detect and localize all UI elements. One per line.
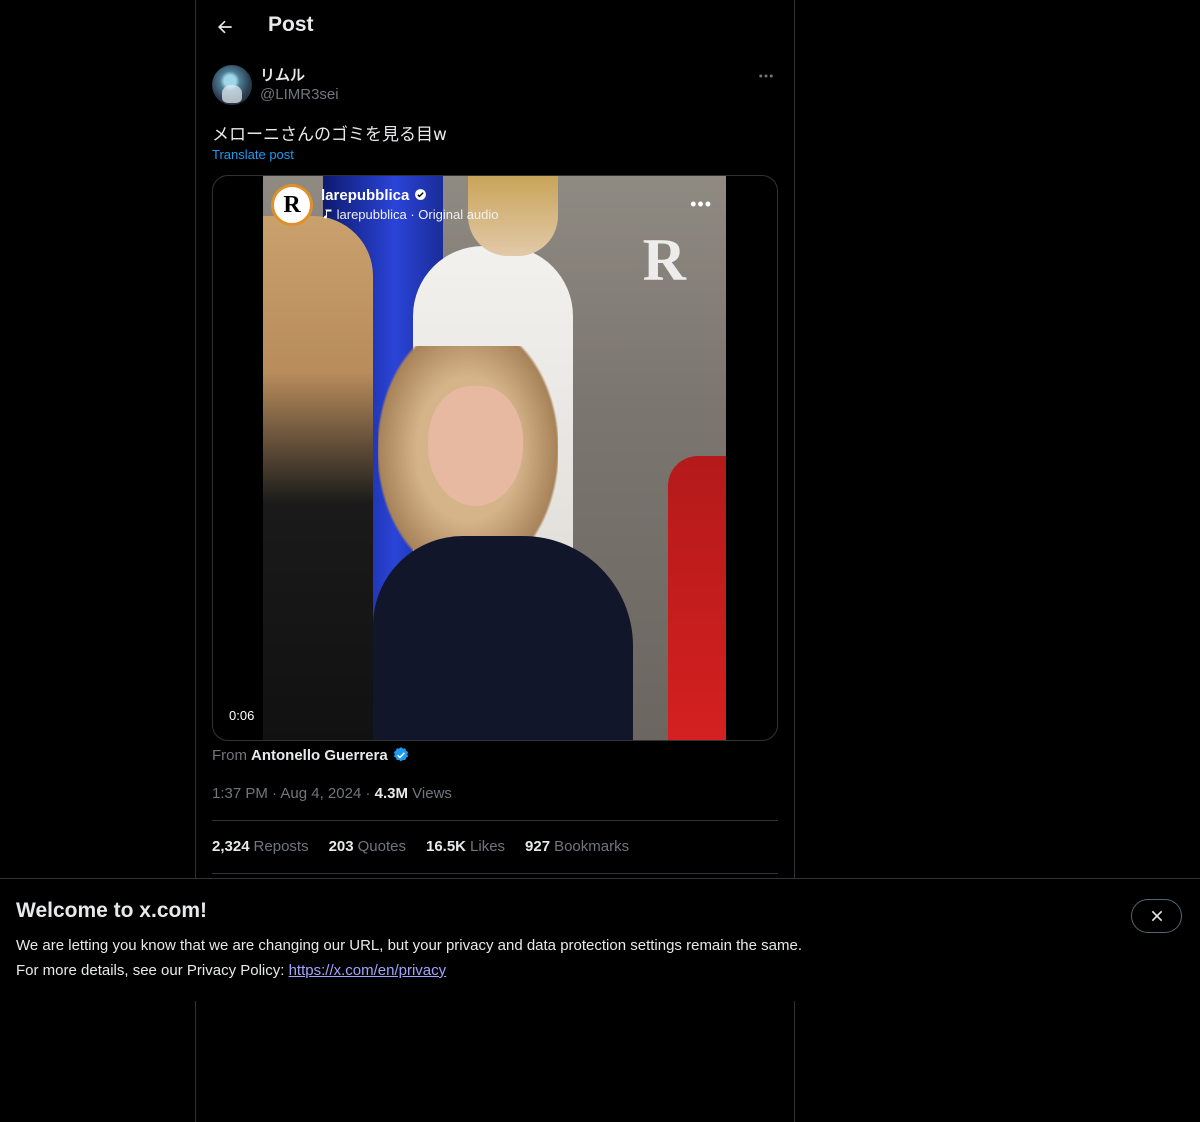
verified-icon bbox=[393, 747, 408, 762]
banner-title: Welcome to x.com! bbox=[16, 899, 207, 922]
avatar[interactable] bbox=[212, 65, 252, 105]
page-title: Post bbox=[268, 13, 314, 36]
stat-bookmarks[interactable]: 927 Bookmarks bbox=[525, 838, 629, 855]
views-count: 4.3M bbox=[374, 785, 408, 802]
banner-privacy-line: For more details, see our Privacy Policy… bbox=[16, 962, 447, 979]
url-change-banner: Welcome to x.com! We are letting you kno… bbox=[0, 878, 1200, 1001]
video-account-logo: R bbox=[271, 184, 313, 226]
post-date[interactable]: Aug 4, 2024 bbox=[280, 785, 361, 802]
video-more-icon: ••• bbox=[690, 194, 712, 214]
divider bbox=[212, 820, 778, 821]
attribution-name-link[interactable]: Antonello Guerrera bbox=[251, 747, 388, 764]
video-player[interactable]: R R larepubblica larepubblica · Original… bbox=[212, 175, 778, 741]
video-account-name: larepubblica bbox=[321, 187, 427, 204]
stat-likes[interactable]: 16.5K Likes bbox=[426, 838, 505, 855]
post-meta: 1:37 PM · Aug 4, 2024 · 4.3M Views bbox=[212, 785, 452, 802]
back-button[interactable] bbox=[209, 11, 241, 43]
banner-message: We are letting you know that we are chan… bbox=[16, 937, 802, 954]
more-icon bbox=[759, 74, 773, 78]
engagement-stats: 2,324 Reposts 203 Quotes 16.5K Likes 927 Boo… bbox=[212, 838, 629, 855]
translate-post-link[interactable]: Translate post bbox=[212, 147, 294, 162]
close-banner-button[interactable] bbox=[1131, 899, 1182, 933]
post-time[interactable]: 1:37 PM bbox=[212, 785, 268, 802]
author-handle[interactable]: @LIMR3sei bbox=[260, 86, 339, 103]
views-label: Views bbox=[412, 785, 452, 802]
verified-icon bbox=[414, 189, 426, 200]
post-author: リムル @LIMR3sei bbox=[212, 64, 778, 106]
close-icon bbox=[1151, 910, 1162, 922]
video-watermark: R bbox=[642, 227, 686, 293]
divider bbox=[212, 873, 778, 874]
post-text: メローニさんのゴミを見る目w bbox=[212, 125, 447, 145]
header: Post bbox=[196, 0, 794, 54]
more-button[interactable] bbox=[754, 66, 778, 86]
video-frame[interactable]: R R larepubblica larepubblica · Original… bbox=[263, 176, 726, 740]
video-audio-line: larepubblica · Original audio bbox=[321, 207, 499, 222]
privacy-policy-link[interactable]: https://x.com/en/privacy bbox=[289, 962, 447, 979]
back-arrow-icon bbox=[218, 20, 232, 34]
music-note-icon bbox=[324, 209, 332, 219]
video-attribution: From Antonello Guerrera bbox=[212, 746, 410, 764]
video-duration: 0:06 bbox=[223, 706, 261, 725]
author-display-name[interactable]: リムル bbox=[260, 64, 305, 85]
stat-quotes[interactable]: 203 Quotes bbox=[329, 838, 406, 855]
stat-reposts[interactable]: 2,324 Reposts bbox=[212, 838, 309, 855]
